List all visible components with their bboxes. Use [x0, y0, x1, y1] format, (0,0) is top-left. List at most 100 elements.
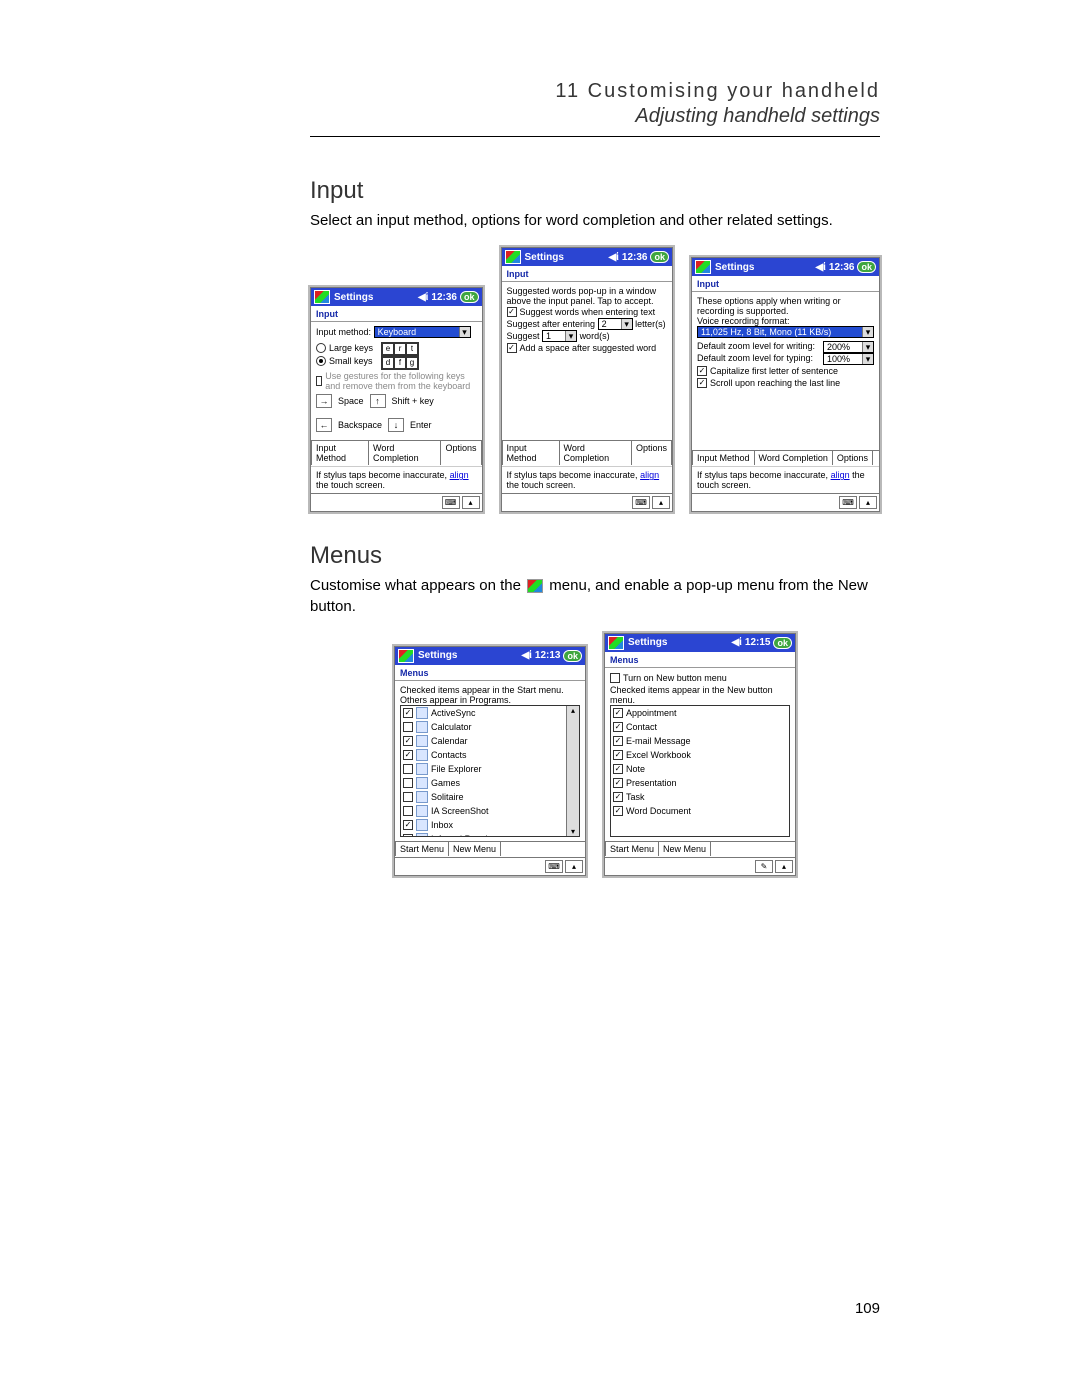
- sip-icon[interactable]: ⌨: [545, 860, 563, 873]
- tab-input-method[interactable]: Input Method: [311, 440, 369, 465]
- app-icon: [416, 833, 428, 837]
- app-icon: [416, 707, 428, 719]
- speaker-icon[interactable]: ◀ἱ: [521, 650, 531, 661]
- list-item[interactable]: Note: [611, 762, 789, 776]
- app-icon: [416, 777, 428, 789]
- zoom-writing-dropdown[interactable]: 200%▾: [823, 341, 874, 353]
- list-item[interactable]: E-mail Message: [611, 734, 789, 748]
- list-item[interactable]: Word Document: [611, 804, 789, 818]
- sip-icon[interactable]: ⌨: [442, 496, 460, 509]
- list-item[interactable]: Games: [401, 776, 579, 790]
- start-flag-icon[interactable]: [505, 250, 521, 264]
- page-header: 11 Customising your handheld Adjusting h…: [310, 80, 880, 128]
- list-item[interactable]: Task: [611, 790, 789, 804]
- new-menu-list[interactable]: Appointment Contact E-mail Message Excel Wo…: [610, 705, 790, 837]
- word-intro: Suggested words pop-up in a window above…: [507, 286, 668, 306]
- list-item[interactable]: File Explorer: [401, 762, 579, 776]
- tabs: Input Method Word Completion Options: [311, 440, 482, 466]
- gesture-backspace-icon: ←: [316, 418, 332, 432]
- menus-screenshots-row: Settings◀ἱ12:13ok Menus Checked items ap…: [310, 633, 880, 876]
- speaker-icon[interactable]: ◀ἱ: [608, 252, 618, 263]
- section-subtitle: Adjusting handheld settings: [310, 105, 880, 128]
- ok-button[interactable]: ok: [460, 291, 479, 303]
- start-flag-icon[interactable]: [314, 290, 330, 304]
- speaker-icon[interactable]: ◀ἱ: [815, 262, 825, 273]
- sip-icon[interactable]: ⌨: [632, 496, 650, 509]
- tab-options[interactable]: Options: [441, 440, 481, 465]
- large-keys-radio[interactable]: Large keys: [316, 343, 373, 353]
- gesture-enter-icon: ↓: [388, 418, 404, 432]
- tab-new-menu[interactable]: New Menu: [659, 841, 711, 856]
- ok-button[interactable]: ok: [857, 261, 876, 273]
- menus-heading: Menus: [310, 542, 880, 570]
- screenshot-word-completion: Settings◀ἱ12:36ok Input Suggested words …: [501, 247, 674, 512]
- add-space-checkbox[interactable]: Add a space after suggested word: [507, 343, 657, 353]
- words-dropdown[interactable]: 1▾: [542, 330, 577, 342]
- list-item[interactable]: Excel Workbook: [611, 748, 789, 762]
- header-rule: [310, 136, 880, 137]
- small-keys-radio[interactable]: Small keys: [316, 356, 373, 366]
- ok-button[interactable]: ok: [650, 251, 669, 263]
- recording-format-dropdown[interactable]: 11,025 Hz, 8 Bit, Mono (11 KB/s)▾: [697, 326, 874, 338]
- list-item-label: Calculator: [431, 722, 472, 732]
- list-item[interactable]: Appointment: [611, 706, 789, 720]
- screenshot-menus-start: Settings◀ἱ12:13ok Menus Checked items ap…: [394, 646, 586, 876]
- ok-button[interactable]: ok: [773, 637, 792, 649]
- list-item[interactable]: Calendar: [401, 734, 579, 748]
- menus-body: Customise what appears on the menu, and …: [310, 576, 880, 617]
- align-link[interactable]: align: [450, 470, 469, 480]
- list-item[interactable]: ActiveSync: [401, 706, 579, 720]
- recording-format-label: Voice recording format:: [697, 316, 874, 326]
- sip-icon[interactable]: ✎: [755, 860, 773, 873]
- gestures-checkbox[interactable]: Use gestures for the following keys and …: [316, 371, 477, 391]
- scroll-checkbox[interactable]: Scroll upon reaching the last line: [697, 378, 840, 388]
- tab-new-menu[interactable]: New Menu: [449, 841, 501, 856]
- input-heading: Input: [310, 177, 880, 205]
- list-item-label: IA ScreenShot: [431, 806, 489, 816]
- turn-on-new-checkbox[interactable]: Turn on New button menu: [610, 673, 727, 683]
- options-intro: These options apply when writing or reco…: [697, 296, 874, 316]
- start-flag-icon[interactable]: [695, 260, 711, 274]
- app-icon: [416, 805, 428, 817]
- start-flag-icon[interactable]: [398, 649, 414, 663]
- list-item[interactable]: Presentation: [611, 776, 789, 790]
- list-item-label: Contact: [626, 722, 657, 732]
- align-link[interactable]: align: [831, 470, 850, 480]
- list-item[interactable]: Solitaire: [401, 790, 579, 804]
- tab-start-menu[interactable]: Start Menu: [395, 841, 449, 856]
- letters-dropdown[interactable]: 2▾: [598, 318, 633, 330]
- align-link[interactable]: align: [640, 470, 659, 480]
- list-item[interactable]: Contacts: [401, 748, 579, 762]
- list-item[interactable]: Infrared Receive: [401, 832, 579, 837]
- ok-button[interactable]: ok: [563, 650, 582, 662]
- list-item[interactable]: IA ScreenShot: [401, 804, 579, 818]
- key-preview: ert: [381, 342, 419, 356]
- input-method-dropdown[interactable]: Keyboard▾: [374, 326, 471, 338]
- screenshot-menus-new: Settings◀ἱ12:15ok Menus Turn on New butt…: [604, 633, 796, 876]
- chevron-down-icon[interactable]: ▾: [459, 327, 470, 337]
- sip-icon[interactable]: ⌨: [839, 496, 857, 509]
- app-icon: [416, 791, 428, 803]
- start-flag-icon[interactable]: [608, 636, 624, 650]
- suggest-after-row: Suggest after entering 2▾ letter(s): [507, 318, 668, 330]
- capitalize-checkbox[interactable]: Capitalize first letter of sentence: [697, 366, 838, 376]
- sip-up-icon[interactable]: ▴: [462, 496, 480, 509]
- tab-word-completion[interactable]: Word Completion: [369, 440, 441, 465]
- input-screenshots-row: Settings ◀ἱ 12:36 ok Input Input method:…: [310, 247, 880, 512]
- zoom-typing-dropdown[interactable]: 100%▾: [823, 353, 874, 365]
- list-item[interactable]: Contact: [611, 720, 789, 734]
- list-item-label: Task: [626, 792, 645, 802]
- list-item-label: Word Document: [626, 806, 691, 816]
- scrollbar[interactable]: ▴▾: [566, 706, 579, 836]
- list-item-label: E-mail Message: [626, 736, 691, 746]
- app-icon: [416, 763, 428, 775]
- speaker-icon[interactable]: ◀ἱ: [731, 637, 741, 648]
- suggest-words-checkbox[interactable]: Suggest words when entering text: [507, 307, 656, 317]
- start-menu-list[interactable]: ActiveSync Calculator CalendarContactsFile…: [400, 705, 580, 837]
- list-item[interactable]: Inbox: [401, 818, 579, 832]
- list-item[interactable]: Calculator: [401, 720, 579, 734]
- app-icon: [416, 749, 428, 761]
- list-item-label: Note: [626, 764, 645, 774]
- tab-start-menu[interactable]: Start Menu: [605, 841, 659, 856]
- speaker-icon[interactable]: ◀ἱ: [418, 292, 428, 303]
